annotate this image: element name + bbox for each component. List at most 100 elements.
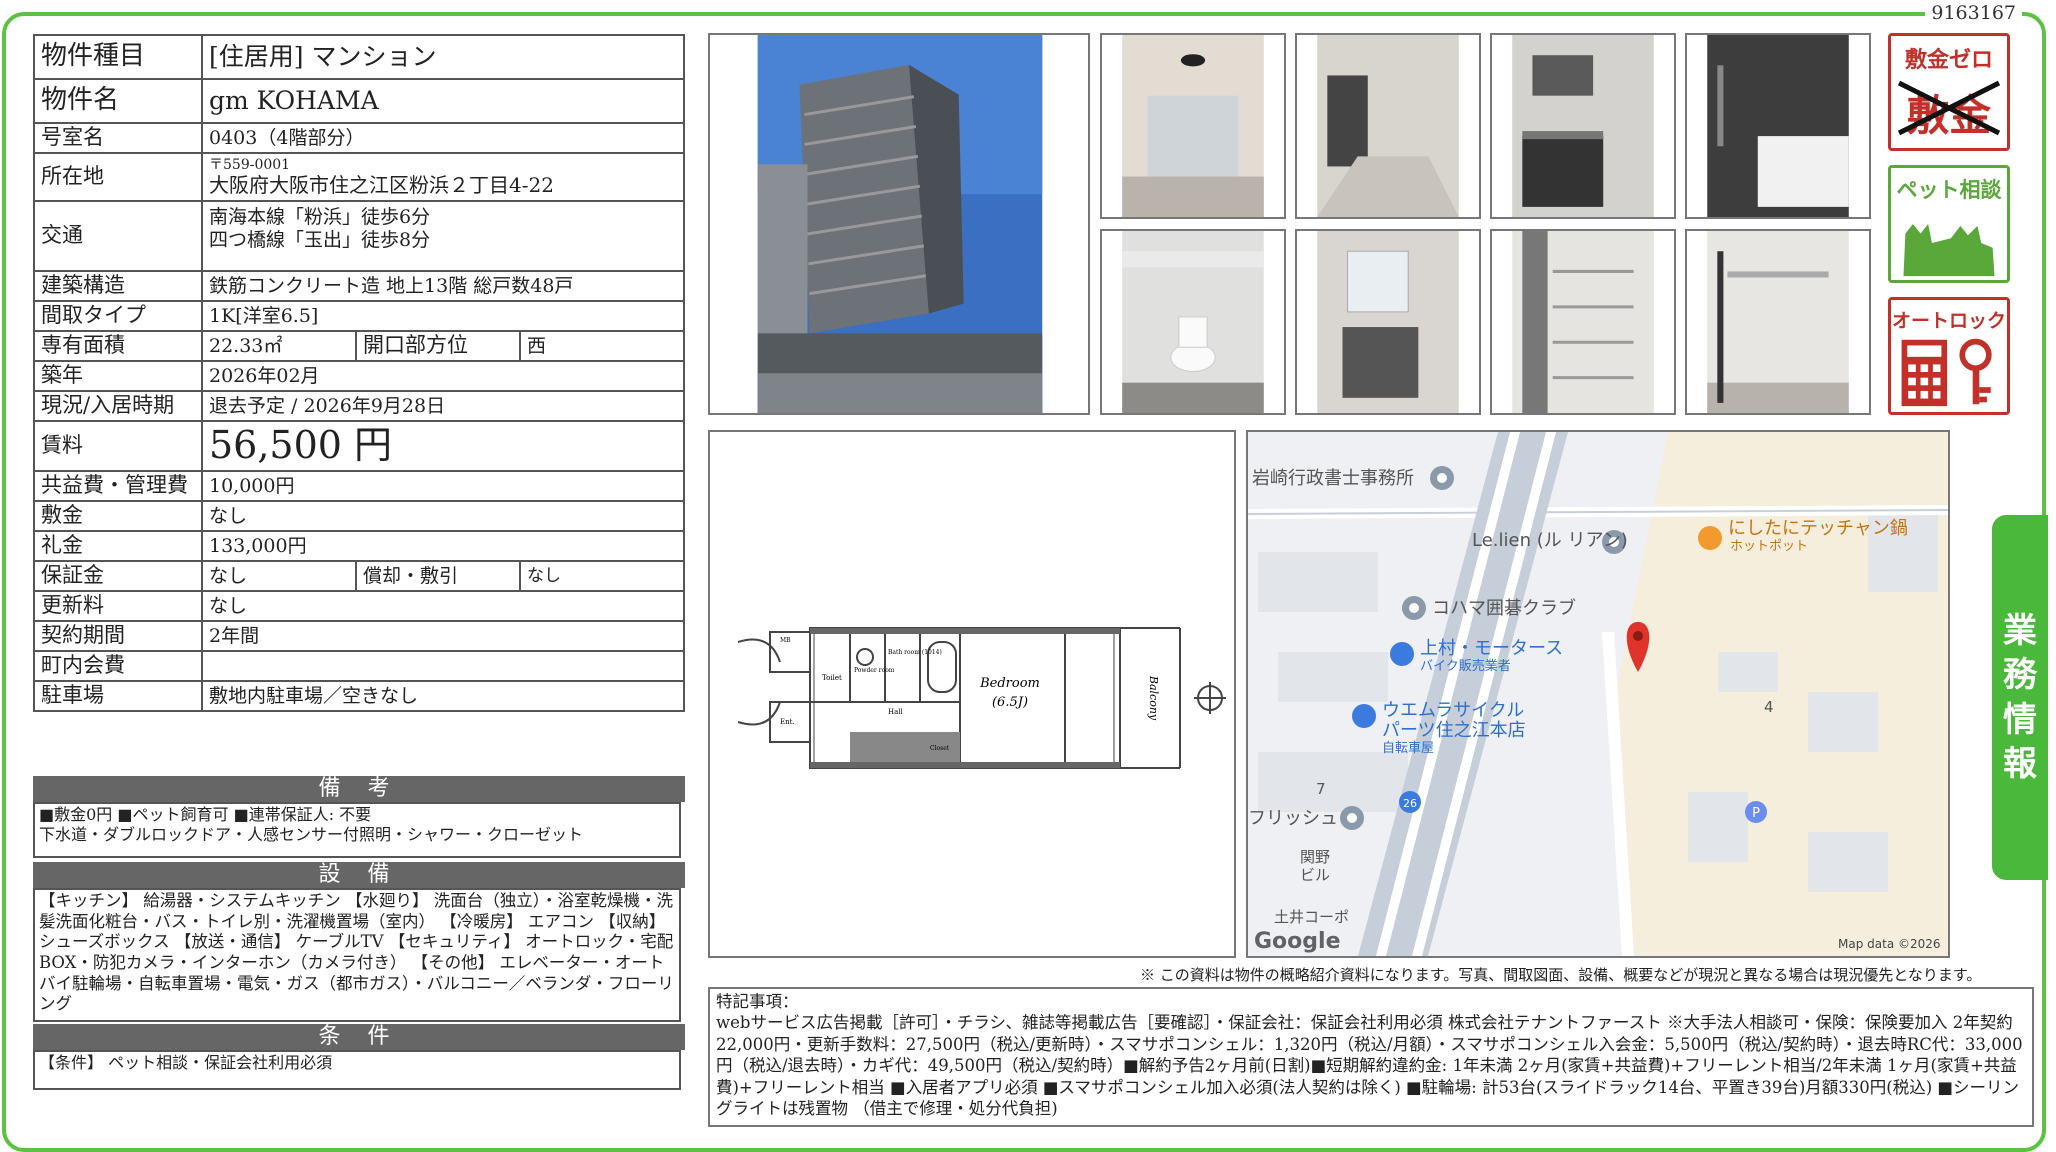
map-credit: Map data ©2026 (1838, 937, 1941, 951)
pets-icon (1903, 223, 1995, 277)
floor-plan[interactable]: Bedroom (6.5J) Balcony Toilet Powder roo… (708, 430, 1236, 958)
fee-label: 共益費・管理費 (33, 470, 203, 502)
remarks-line: 下水道・ダブルロックドア・人感センサー付照明・シャワー・クローゼット (39, 825, 584, 844)
document-id: 9163167 (1925, 2, 2022, 24)
key-money-value: 133,000円 (201, 530, 685, 562)
name-value: gm KOHAMA (201, 78, 685, 124)
access-cell: 南海本線「粉浜」徒歩6分 四つ橋線「玉出」徒歩8分 (201, 200, 685, 272)
layout-value: 1K[洋室6.5] (201, 300, 685, 332)
toilet-photo[interactable] (1100, 229, 1286, 415)
map-poi: フリッシュ (1248, 808, 1338, 829)
map-poi: 関野 (1300, 848, 1330, 866)
plan-bedroom-size: (6.5J) (992, 695, 1028, 710)
direction-value: 西 (519, 330, 685, 362)
side-tab-char: 情 (2003, 699, 2037, 740)
location-map[interactable]: 岩崎行政書士事務所 Le.lien (ル リアン) にしたにテッチャン鍋 ホット… (1246, 430, 1950, 958)
special-notes-title: 特記事項： (716, 992, 799, 1011)
guarantee-label: 保証金 (33, 560, 203, 592)
parking-label: 駐車場 (33, 680, 203, 712)
room-photo[interactable] (1295, 33, 1481, 219)
google-logo: Google (1254, 929, 1341, 954)
type-value: [住居用] マンション (201, 34, 685, 80)
plan-powder-label: Powder room (854, 667, 895, 674)
remarks-body: ■敷金0円 ■ペット飼育可 ■連帯保証人: 不要 下水道・ダブルロックドア・人感… (33, 802, 681, 858)
built-value: 2026年02月 (201, 360, 685, 392)
washroom-photo[interactable] (1295, 229, 1481, 415)
map-poi: Le.lien (ル リアン) (1472, 530, 1628, 551)
deposit-value: なし (201, 500, 685, 532)
plan-entrance-label: Ent. (780, 718, 795, 726)
town-fee-label: 町内会費 (33, 650, 203, 682)
side-tab-char: 報 (2003, 743, 2037, 784)
map-poi: ビル (1300, 866, 1330, 884)
parking-value: 敷地内駐車場／空きなし (201, 680, 685, 712)
plan-mb-label: MB (780, 637, 791, 644)
plan-balcony-label: Balcony (1147, 675, 1160, 721)
address-cell: 〒559-0001 大阪府大阪市住之江区粉浜２丁目4-22 (201, 152, 685, 202)
building-exterior-photo[interactable] (708, 33, 1090, 415)
rent-label: 賃料 (33, 420, 203, 472)
name-label: 物件名 (33, 78, 203, 124)
address-value: 大阪府大阪市住之江区粉浜２丁目4-22 (209, 173, 554, 198)
map-poi: パーツ住之江本店 (1382, 720, 1526, 741)
route-number: 26 (1403, 797, 1417, 810)
contract-label: 契約期間 (33, 620, 203, 652)
type-label: 物件種目 (33, 34, 203, 80)
kitchen-photo[interactable] (1490, 33, 1676, 219)
key-money-label: 礼金 (33, 530, 203, 562)
auto-lock-title: オートロック (1891, 310, 2006, 332)
conditions-heading: 条 件 (33, 1024, 685, 1050)
deposit-label: 敷金 (33, 500, 203, 532)
pet-consult-title: ペット相談 (1896, 178, 2002, 202)
plan-closet-label: Closet (930, 745, 950, 752)
amort-value: なし (519, 560, 685, 592)
layout-label: 間取タイプ (33, 300, 203, 332)
property-spec-table: 物件種目 [住居用] マンション 物件名 gm KOHAMA 号室名 0403（4階部… (33, 34, 685, 712)
remarks-heading: 備 考 (33, 776, 685, 802)
map-poi: ウエムラサイクル (1382, 700, 1524, 721)
business-info-tab[interactable]: 業 務 情 報 (1992, 515, 2048, 880)
plan-hall-label: Hall (888, 708, 904, 716)
facilities-body: 【キッチン】 給湯器・システムキッチン 【水廻り】 洗面台（独立）・浴室乾燥機・… (33, 888, 681, 1022)
access-line: 四つ橋線「玉出」徒歩8分 (209, 228, 431, 251)
room-value: 0403（4階部分） (201, 122, 685, 154)
map-block-number: 4 (1764, 698, 1774, 716)
map-poi: 岩崎行政書士事務所 (1252, 468, 1414, 489)
guarantee-value: なし (201, 560, 357, 592)
closet-photo[interactable] (1685, 229, 1871, 415)
renewal-label: 更新料 (33, 590, 203, 622)
plan-bedroom-label: Bedroom (979, 676, 1040, 691)
lock-keypad-icon (1901, 338, 1992, 407)
disclaimer-note: ※ この資料は物件の概略紹介資料になります。写真、間取図面、設備、概要などが現況… (1140, 966, 1982, 984)
contract-value: 2年間 (201, 620, 685, 652)
fee-value: 10,000円 (201, 470, 685, 502)
rent-value: 56,500 円 (201, 420, 685, 472)
access-label: 交通 (33, 200, 203, 272)
access-line: 南海本線「粉浜」徒歩6分 (209, 206, 431, 228)
parking-icon: P (1752, 806, 1760, 821)
map-poi: コハマ囲碁クラブ (1432, 597, 1576, 619)
side-tab-char: 務 (2003, 655, 2037, 696)
plan-bath-label: Bath room (1014) (888, 649, 942, 656)
room-photo[interactable] (1100, 33, 1286, 219)
map-poi-sub: ホットポット (1730, 539, 1808, 554)
structure-label: 建築構造 (33, 270, 203, 302)
address-label: 所在地 (33, 152, 203, 202)
map-poi: 土井コーポ (1274, 908, 1349, 926)
plan-toilet-label: Toilet (822, 674, 842, 682)
bathroom-photo[interactable] (1685, 33, 1871, 219)
status-value: 退去予定 / 2026年9月28日 (201, 390, 685, 422)
shoe-box-photo[interactable] (1490, 229, 1676, 415)
status-label: 現況/入居時期 (33, 390, 203, 422)
zero-deposit-badge: 敷金ゼロ 敷金 (1888, 33, 2010, 151)
special-notes: 特記事項： webサービス広告掲載［許可］・チラシ、雑誌等掲載広告［要確認］・保… (708, 987, 2034, 1127)
built-label: 築年 (33, 360, 203, 392)
renewal-value: なし (201, 590, 685, 622)
special-notes-text: webサービス広告掲載［許可］・チラシ、雑誌等掲載広告［要確認］・保証会社：保証… (716, 1013, 2023, 1119)
map-poi: にしたにテッチャン鍋 (1728, 518, 1908, 539)
area-label: 専有面積 (33, 330, 203, 362)
zero-deposit-title: 敷金ゼロ (1904, 48, 1993, 73)
auto-lock-badge: オートロック (1888, 297, 2010, 415)
room-label: 号室名 (33, 122, 203, 154)
side-tab-char: 業 (2003, 611, 2037, 652)
